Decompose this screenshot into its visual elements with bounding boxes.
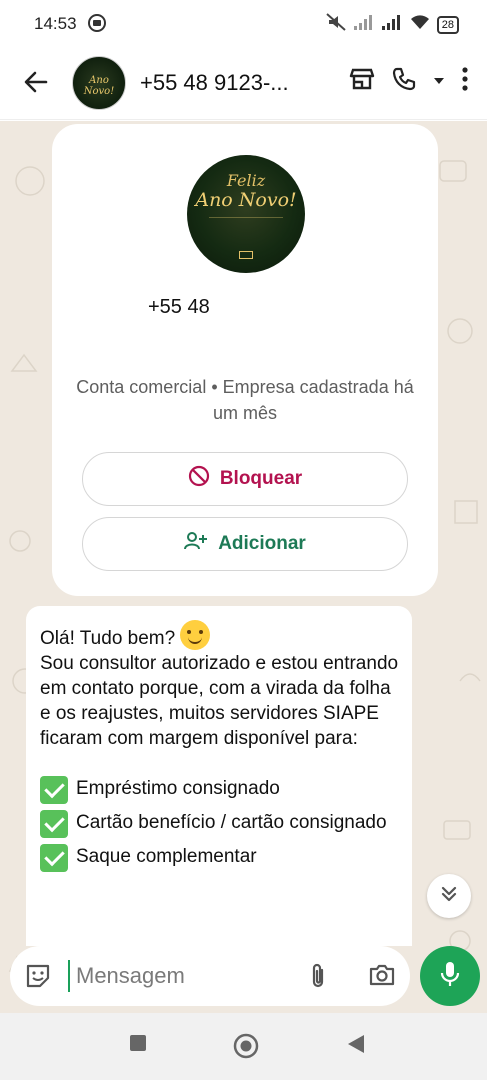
list-item: Empréstimo consignado: [40, 776, 400, 804]
add-contact-label: Adicionar: [218, 533, 306, 554]
list-item-label: Saque complementar: [76, 846, 257, 867]
recent-apps-icon[interactable]: [128, 1033, 148, 1058]
block-button-label: Bloquear: [219, 468, 303, 489]
business-description: Conta comercial • Empresa cadastrada há …: [76, 377, 414, 423]
contact-name[interactable]: +55 48 9123-...: [140, 70, 289, 96]
business-info-card: Feliz Ano Novo! +55 48 Conta comercial •…: [52, 124, 438, 596]
system-navigation-bar: [0, 1013, 487, 1080]
smiling-face-emoji-icon: [180, 620, 211, 650]
status-time: 14:53: [34, 14, 77, 33]
system-icons: 28: [325, 12, 459, 37]
message-greeting: Olá! Tudo bem?: [40, 628, 176, 649]
avatar-caption: Ano Novo!: [83, 75, 115, 97]
add-person-icon: [184, 531, 208, 557]
message-greeting-line: Olá! Tudo bem?: [40, 620, 400, 651]
voice-call-icon[interactable]: [391, 66, 417, 97]
block-icon: [188, 465, 210, 493]
wifi-icon: [409, 13, 431, 36]
profile-photo-fine-print: [209, 217, 283, 239]
list-item: Saque complementar: [40, 844, 400, 872]
check-mark-icon: [40, 776, 68, 804]
signal-weak-icon: [353, 13, 375, 36]
status-bar: 14:53 28: [0, 0, 487, 48]
text-caret: [68, 960, 70, 992]
profile-photo-text-ano-novo: Ano Novo!: [195, 189, 297, 211]
list-item-label: Cartão benefício / cartão consignado: [76, 812, 387, 833]
list-item-label: Empréstimo consignado: [76, 778, 280, 799]
signal-icon: [381, 13, 403, 36]
more-options-icon[interactable]: [461, 66, 469, 97]
home-icon[interactable]: [233, 1033, 259, 1064]
profile-photo-logo: [239, 251, 253, 259]
double-chevron-down-icon: [440, 885, 458, 908]
add-contact-button[interactable]: Adicionar: [82, 517, 408, 571]
attach-icon[interactable]: [306, 962, 330, 995]
store-icon[interactable]: [349, 66, 375, 97]
call-dropdown-icon[interactable]: [433, 73, 445, 91]
back-arrow-icon[interactable]: [22, 68, 50, 101]
header-actions: [349, 66, 469, 97]
voice-message-button[interactable]: [420, 946, 480, 1006]
check-mark-icon: [40, 810, 68, 838]
profile-photo-text-feliz: Feliz: [226, 171, 266, 190]
message-composer: [10, 946, 410, 1006]
list-item: Cartão benefício / cartão consignado: [40, 810, 400, 838]
chat-header: Ano Novo! +55 48 9123-...: [0, 48, 487, 120]
microphone-icon: [439, 960, 461, 993]
scroll-to-bottom-button[interactable]: [427, 874, 471, 918]
youtube-notification-icon: [88, 14, 106, 37]
camera-icon[interactable]: [368, 962, 396, 993]
sticker-emoji-icon[interactable]: [24, 962, 52, 995]
message-body: Sou consultor autorizado e estou entrand…: [40, 653, 399, 749]
mute-icon: [325, 12, 347, 37]
battery-indicator: 28: [436, 15, 459, 34]
message-bubble[interactable]: Olá! Tudo bem? Sou consultor autorizado …: [26, 606, 412, 946]
business-profile-photo[interactable]: Feliz Ano Novo!: [187, 155, 305, 273]
message-spacer: [40, 751, 400, 776]
block-button[interactable]: Bloquear: [82, 452, 408, 506]
business-phone: +55 48: [148, 296, 210, 318]
contact-avatar[interactable]: Ano Novo!: [72, 56, 126, 110]
check-mark-icon: [40, 844, 68, 872]
message-input[interactable]: [76, 958, 306, 994]
back-nav-icon[interactable]: [346, 1033, 366, 1060]
